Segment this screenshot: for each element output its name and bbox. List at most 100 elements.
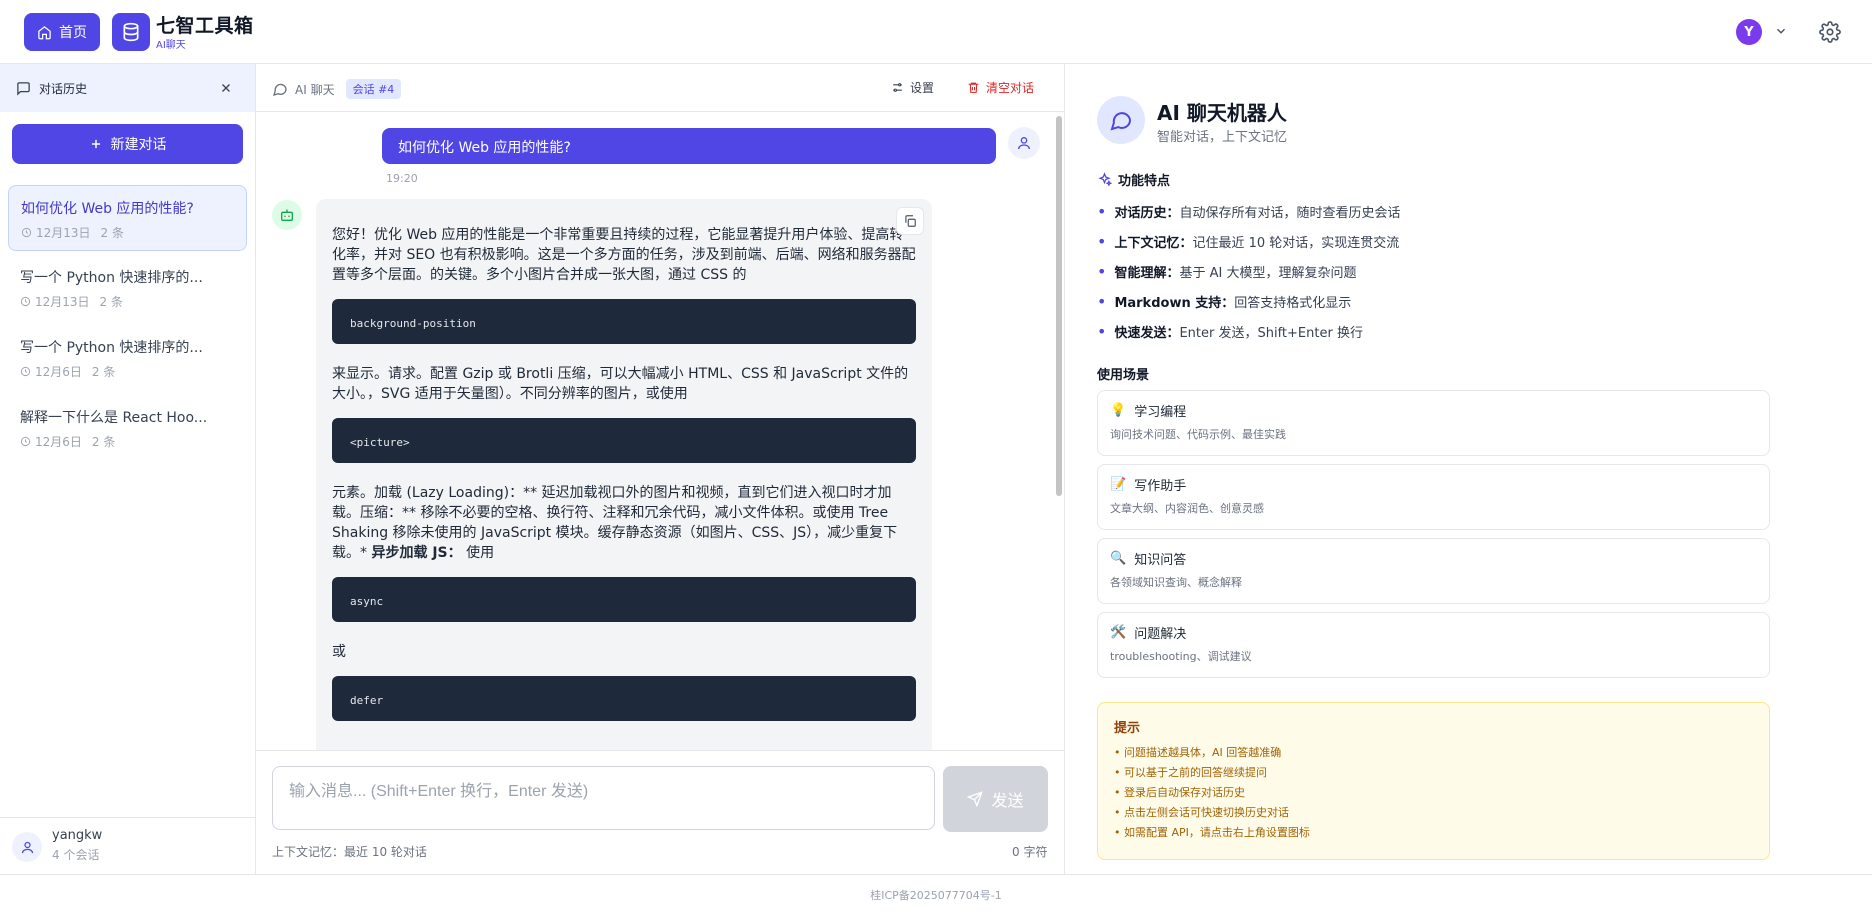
conversation-date: 12月6日 <box>35 365 82 379</box>
conversation-item[interactable]: 解释一下什么是 React Hoo... 12月6日 2 条 <box>8 395 247 461</box>
tips-box: 提示 • 问题描述越具体，AI 回答越准确 • 可以基于之前的回答继续提问 • … <box>1097 702 1770 860</box>
lightbulb-icon: 💡 <box>1110 403 1127 418</box>
conversation-title: 解释一下什么是 React Hoo... <box>20 410 208 426</box>
conversation-item[interactable]: 写一个 Python 快速排序的... 12月6日 2 条 <box>8 325 247 391</box>
home-label: 首页 <box>59 25 87 41</box>
memo-icon: 📝 <box>1110 477 1127 492</box>
conversation-count: 2 条 <box>99 295 123 309</box>
scenario-card[interactable]: 🛠️ 问题解决 troubleshooting、调试建议 <box>1097 612 1770 678</box>
gear-icon[interactable] <box>1819 21 1841 43</box>
code-block: async <box>332 577 916 622</box>
feature-list: • 对话历史： 自动保存所有对话，随时查看历史会话 • 上下文记忆： 记住最近 10 轮… <box>1097 196 1400 346</box>
tips-title: 提示 <box>1114 721 1141 736</box>
chat-title: AI 聊天 <box>295 82 335 97</box>
bot-message: 您好！优化 Web 应用的性能是一个非常重要且持续的过程，它能显著提升用户体验、… <box>316 199 932 750</box>
user-session-count: 4 个会话 <box>52 848 100 862</box>
user-name: yangkw <box>52 828 103 843</box>
info-subtitle: 智能对话，上下文记忆 <box>1157 130 1288 145</box>
scrollbar[interactable] <box>1056 116 1062 496</box>
sidebar-header: 对话历史 <box>0 64 255 112</box>
session-badge: 会话 #4 <box>345 79 402 99</box>
bot-paragraph: 或 <box>332 644 346 660</box>
user-icon <box>12 832 42 862</box>
message-square-icon <box>17 81 30 96</box>
conversation-date: 12月13日 <box>36 226 91 240</box>
user-avatar-icon <box>1008 127 1040 159</box>
message-time: 19:20 <box>386 172 418 185</box>
chat-panel: AI 聊天 会话 #4 设置 清空对话 如何优化 Web 应用的性能? 19:2… <box>256 64 1064 874</box>
message-list: 如何优化 Web 应用的性能? 19:20 您好！优化 Web 应用的性能是一个… <box>256 112 1064 750</box>
new-chat-button[interactable]: 新建对话 <box>12 124 243 164</box>
send-label: 发送 <box>991 791 1024 810</box>
conversation-item[interactable]: 写一个 Python 快速排序的... 12月13日 2 条 <box>8 255 247 321</box>
clear-chat-label: 清空对话 <box>986 81 1035 95</box>
clock-icon <box>20 436 31 447</box>
tip-item: • 点击左侧会话可快速切换历史对话 <box>1114 806 1289 819</box>
conversation-count: 2 条 <box>91 435 116 449</box>
home-button[interactable]: 首页 <box>24 13 100 51</box>
info-panel: AI 聊天机器人 智能对话，上下文记忆 功能特点 • 对话历史： 自动保存所有对话，… <box>1064 64 1872 874</box>
code-block: background-position <box>332 299 916 344</box>
send-icon <box>967 791 984 807</box>
scenarios-title: 使用场景 <box>1097 368 1150 383</box>
code-block: defer <box>332 676 916 721</box>
sidebar-title: 对话历史 <box>39 81 88 96</box>
char-count: 0 字符 <box>1012 845 1048 859</box>
clock-icon <box>21 227 32 238</box>
sliders-icon <box>893 83 902 92</box>
top-header: 首页 七智工具箱 AI聊天 Y <box>0 0 1872 64</box>
clear-chat-button[interactable]: 清空对话 <box>967 79 1034 96</box>
conversation-title: 如何优化 Web 应用的性能? <box>21 201 194 217</box>
chevron-down-icon[interactable] <box>1774 24 1788 38</box>
conversation-date: 12月6日 <box>35 435 82 449</box>
sidebar-user-footer: yangkw 4 个会话 <box>0 817 256 874</box>
bot-paragraph: 来显示。请求。配置 Gzip 或 Brotli 压缩，可以大幅减小 HTML、C… <box>332 366 909 402</box>
close-icon[interactable] <box>219 81 233 95</box>
tip-item: • 登录后自动保存对话历史 <box>1114 786 1245 799</box>
scenario-card[interactable]: 🔍 知识问答 各领域知识查询、概念解释 <box>1097 538 1770 604</box>
tip-item: • 如需配置 API，请点击右上角设置图标 <box>1114 826 1310 839</box>
conversation-title: 写一个 Python 快速排序的... <box>20 340 203 356</box>
database-icon <box>112 13 150 51</box>
settings-button[interactable]: 设置 <box>891 79 934 96</box>
message-composer: 输入消息... (Shift+Enter 换行，Enter 发送) 发送 上下文… <box>256 750 1064 874</box>
info-title: AI 聊天机器人 <box>1157 101 1287 125</box>
clock-icon <box>20 296 31 307</box>
features-title: 功能特点 <box>1118 174 1171 189</box>
user-message: 如何优化 Web 应用的性能? <box>382 128 996 164</box>
bot-paragraph: 元素。加载 (Lazy Loading)：** 延迟加载视口外的图片和视频，直到… <box>332 485 898 561</box>
trash-icon <box>968 82 979 93</box>
tip-item: • 问题描述越具体，AI 回答越准确 <box>1114 746 1282 759</box>
message-circle-icon <box>273 83 287 96</box>
sparkles-icon <box>1098 172 1112 187</box>
user-avatar[interactable]: Y <box>1736 19 1762 45</box>
brand-title: 七智工具箱 <box>156 15 254 37</box>
message-input[interactable]: 输入消息... (Shift+Enter 换行，Enter 发送) <box>272 766 935 830</box>
send-button[interactable]: 发送 <box>943 766 1048 832</box>
magnifier-icon: 🔍 <box>1110 551 1127 566</box>
tools-icon: 🛠️ <box>1110 625 1127 640</box>
tip-item: • 可以基于之前的回答继续提问 <box>1114 766 1267 779</box>
feature-item: • Markdown 支持： 回答支持格式化显示 <box>1097 291 1352 311</box>
scenario-card[interactable]: 💡 学习编程 询问技术问题、代码示例、最佳实践 <box>1097 390 1770 456</box>
clock-icon <box>20 366 31 377</box>
bot-icon <box>272 200 302 230</box>
conversation-item[interactable]: 如何优化 Web 应用的性能? 12月13日 2 条 <box>8 185 247 251</box>
feature-item: • 对话历史： 自动保存所有对话，随时查看历史会话 <box>1097 201 1401 221</box>
conversation-date: 12月13日 <box>35 295 90 309</box>
conversation-sidebar: 对话历史 新建对话 如何优化 Web 应用的性能? 12月13日 2 条 写一个… <box>0 64 256 874</box>
scenario-card[interactable]: 📝 写作助手 文章大纲、内容润色、创意灵感 <box>1097 464 1770 530</box>
feature-item: • 快速发送： Enter 发送，Shift+Enter 换行 <box>1097 321 1363 341</box>
chat-header: AI 聊天 会话 #4 设置 清空对话 <box>256 64 1064 112</box>
conversation-title: 写一个 Python 快速排序的... <box>20 270 203 286</box>
feature-item: • 上下文记忆： 记住最近 10 轮对话，实现连贯交流 <box>1097 231 1400 251</box>
brand-subtitle: AI聊天 <box>156 40 186 51</box>
settings-label: 设置 <box>910 81 935 95</box>
conversation-count: 2 条 <box>100 226 124 240</box>
plus-icon <box>91 139 100 149</box>
copy-icon[interactable] <box>896 207 924 235</box>
home-icon <box>38 25 51 39</box>
icp-footer[interactable]: 桂ICP备2025077704号-1 <box>0 874 1872 914</box>
code-block: <picture> <box>332 418 916 463</box>
context-note: 上下文记忆：最近 10 轮对话 <box>272 845 427 859</box>
